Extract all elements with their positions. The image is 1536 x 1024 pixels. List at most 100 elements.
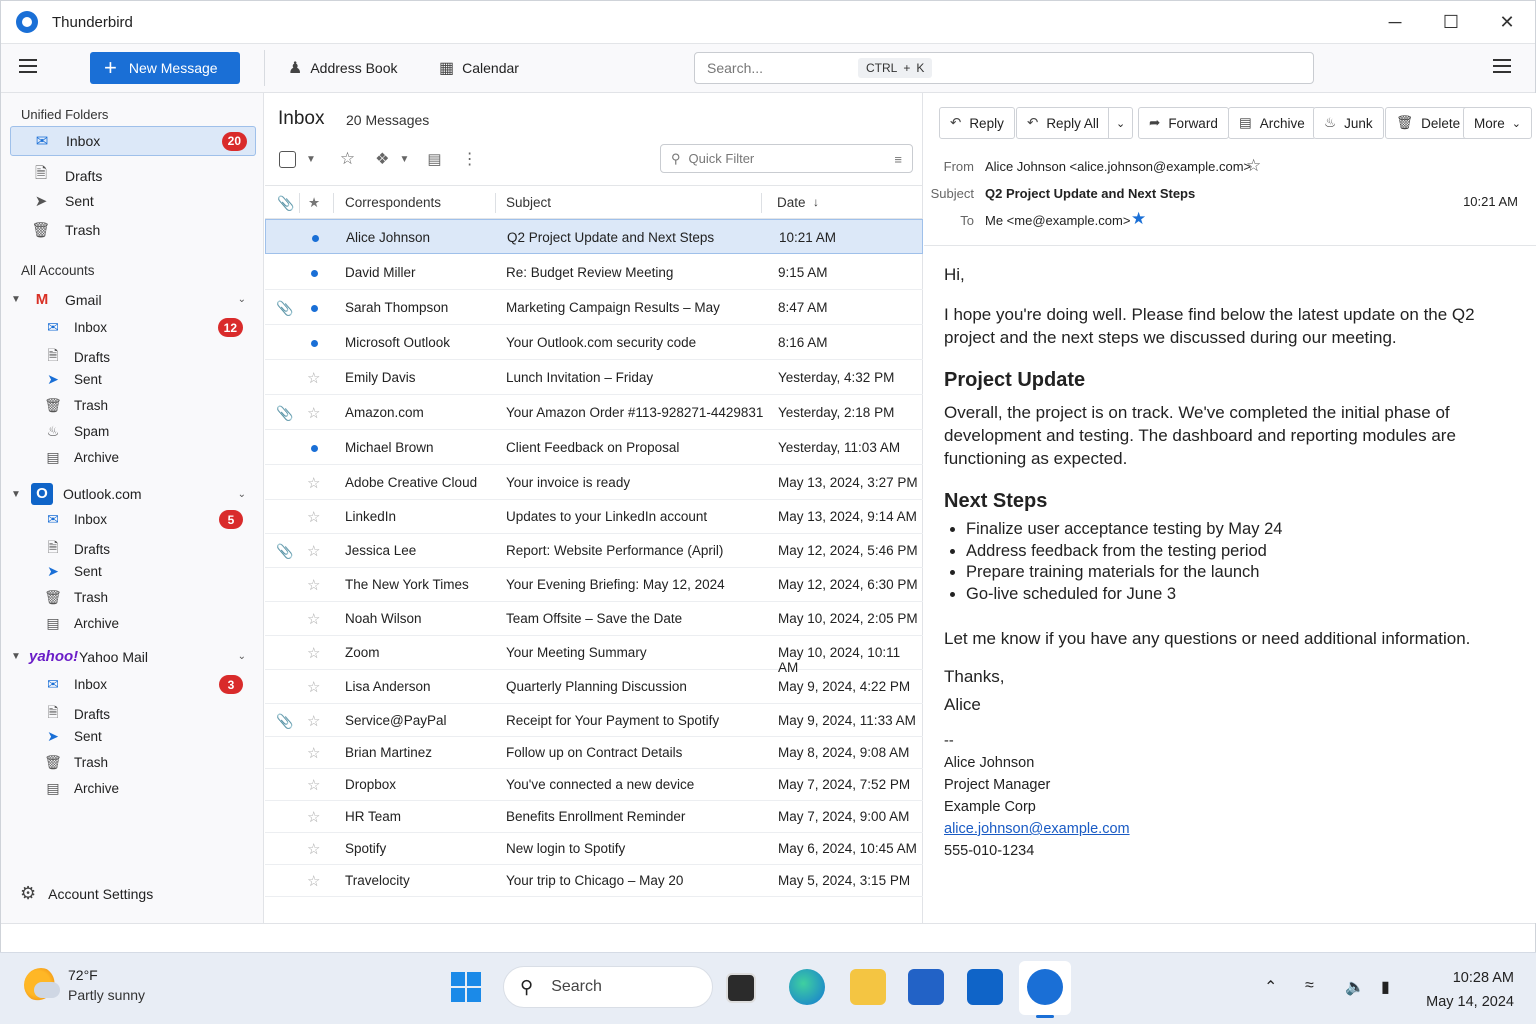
star-icon[interactable]: ☆ [307, 872, 320, 890]
new-message-button[interactable]: + New Message [90, 52, 240, 84]
correspondents-column[interactable]: Correspondents [345, 195, 441, 210]
filter-menu-icon[interactable]: ≡ [894, 152, 902, 167]
gmail-trash[interactable]: 🗑 Trash [43, 397, 108, 414]
message-row[interactable]: ☆ Lisa Anderson Quarterly Planning Discuss… [265, 670, 923, 704]
star-icon[interactable]: ☆ [307, 678, 320, 696]
unified-drafts[interactable]: 🗎 Drafts [31, 163, 102, 188]
reply-all-dropdown[interactable]: ⌄ [1108, 107, 1134, 139]
thunderbird-app-icon[interactable] [1027, 969, 1063, 1005]
yahoo-archive[interactable]: ▤ Archive [43, 780, 119, 797]
more-button[interactable]: More ⌄ [1463, 107, 1532, 139]
more-options-icon[interactable]: ⋮ [462, 149, 478, 169]
message-row[interactable]: ☆ Noah Wilson Team Offsite – Save the Date… [265, 602, 923, 636]
system-clock[interactable]: 10:28 AM May 14, 2024 [1426, 966, 1514, 1014]
message-row[interactable]: Microsoft Outlook Your Outlook.com securi… [265, 325, 923, 360]
archive-button[interactable]: ▤ Archive [1228, 107, 1316, 139]
account-gmail[interactable]: ▼ M Gmail ⌄ [11, 291, 246, 308]
message-row[interactable]: David Miller Re: Budget Review Meeting 9:1… [265, 255, 923, 290]
yahoo-sent[interactable]: ➤ Sent [43, 728, 102, 745]
account-settings-button[interactable]: ⚙ Account Settings [20, 883, 153, 904]
chevron-up-icon[interactable]: ⌃ [1264, 977, 1277, 997]
message-row[interactable]: Michael Brown Client Feedback on Proposal… [265, 430, 923, 465]
chevron-down-icon[interactable]: ⌄ [238, 489, 246, 500]
star-icon[interactable]: ☆ [307, 508, 320, 526]
global-search-input[interactable]: Search... CTRL + K [694, 52, 1314, 84]
forward-button[interactable]: ➦ Forward [1138, 107, 1229, 139]
weather-widget[interactable]: 72°F Partly sunny [24, 967, 145, 1003]
account-yahoo[interactable]: ▼ yahoo! Yahoo Mail ⌄ [11, 648, 246, 665]
attachment-column-icon[interactable]: 📎 [277, 195, 294, 212]
app-menu-icon[interactable] [1493, 59, 1511, 73]
message-row[interactable]: ☆ Spotify New login to Spotify May 6, 2024,… [265, 833, 923, 865]
message-row[interactable]: ☆ Zoom Your Meeting Summary May 10, 2024, 1… [265, 636, 923, 675]
star-icon[interactable]: ☆ [307, 404, 320, 422]
message-row[interactable]: Alice Johnson Q2 Project Update and Next … [265, 219, 923, 254]
calendar-button[interactable]: ▦ Calendar [439, 58, 519, 78]
maximize-button[interactable]: ☐ [1423, 1, 1479, 44]
yahoo-inbox[interactable]: ✉ Inbox 3 [43, 675, 243, 694]
unified-inbox[interactable]: ✉ Inbox 20 [10, 126, 256, 156]
gmail-archive[interactable]: ▤ Archive [43, 449, 119, 466]
to-value[interactable]: Me <me@example.com> [985, 213, 1130, 228]
star-icon[interactable]: ☆ [307, 576, 320, 594]
star-icon[interactable]: ☆ [307, 474, 320, 492]
subject-column[interactable]: Subject [506, 195, 551, 210]
message-row[interactable]: ☆ Travelocity Your trip to Chicago – May 2… [265, 865, 923, 897]
message-row[interactable]: ☆ The New York Times Your Evening Briefing… [265, 568, 923, 602]
star-filter-icon[interactable]: ☆ [340, 149, 355, 169]
gmail-spam[interactable]: ♨ Spam [43, 423, 110, 440]
star-icon[interactable]: ☆ [307, 542, 320, 560]
volume-icon[interactable]: 🔈 [1345, 977, 1365, 997]
gmail-sent[interactable]: ➤ Sent [43, 371, 102, 388]
delete-button[interactable]: 🗑 Delete [1385, 107, 1472, 139]
chevron-down-icon[interactable]: ⌄ [238, 294, 246, 305]
from-value[interactable]: Alice Johnson <alice.johnson@example.com… [985, 159, 1251, 174]
star-icon[interactable]: ☆ [307, 840, 320, 858]
star-icon[interactable]: ☆ [307, 744, 320, 762]
unread-dot-icon[interactable] [311, 305, 318, 312]
message-row[interactable]: ☆ LinkedIn Updates to your LinkedIn accoun… [265, 500, 923, 534]
reply-all-button[interactable]: ↶ Reply All [1016, 107, 1110, 139]
close-button[interactable]: ✕ [1479, 1, 1535, 44]
yahoo-trash[interactable]: 🗑 Trash [43, 754, 108, 771]
start-button[interactable] [451, 972, 481, 1002]
folder-pane-menu-icon[interactable] [19, 59, 37, 73]
outlook-trash[interactable]: 🗑 Trash [43, 589, 108, 606]
star-icon[interactable]: ☆ [1246, 156, 1261, 176]
display-options-icon[interactable]: ▤ [427, 150, 441, 168]
star-icon[interactable]: ☆ [307, 776, 320, 794]
outlook-inbox[interactable]: ✉ Inbox 5 [43, 510, 243, 529]
unified-trash[interactable]: 🗑 Trash [31, 221, 100, 239]
account-outlook[interactable]: ▼ O Outlook.com ⌄ [11, 483, 246, 505]
battery-icon[interactable]: ▮ [1381, 977, 1390, 997]
star-icon[interactable]: ☆ [307, 369, 320, 387]
message-row[interactable]: ☆ Brian Martinez Follow up on Contract Det… [265, 737, 923, 769]
quick-filter-input[interactable]: ⚲ Quick Filter ≡ [660, 144, 913, 173]
date-column[interactable]: Date [777, 195, 806, 210]
junk-button[interactable]: ♨ Junk [1313, 107, 1384, 139]
reply-button[interactable]: ↶ Reply [939, 107, 1015, 139]
unread-dot-icon[interactable] [311, 445, 318, 452]
star-icon[interactable]: ☆ [307, 808, 320, 826]
message-row[interactable]: ☆ Adobe Creative Cloud Your invoice is rea… [265, 465, 923, 500]
message-row[interactable]: ☆ HR Team Benefits Enrollment Reminder May … [265, 801, 923, 833]
starred-contact-icon[interactable]: ★ [1131, 209, 1146, 229]
minimize-button[interactable]: ─ [1367, 1, 1423, 44]
outlook-drafts[interactable]: 🗎 Drafts [43, 537, 110, 561]
star-icon[interactable]: ☆ [307, 712, 320, 730]
outlook-sent[interactable]: ➤ Sent [43, 563, 102, 580]
outlook-archive[interactable]: ▤ Archive [43, 615, 119, 632]
outlook-app-icon[interactable] [967, 969, 1003, 1005]
unified-sent[interactable]: ➤ Sent [31, 192, 94, 210]
message-row[interactable]: 📎 ☆ Jessica Lee Report: Website Performance… [265, 534, 923, 568]
gmail-inbox[interactable]: ✉ Inbox 12 [43, 318, 243, 337]
select-all-checkbox[interactable] [279, 150, 296, 168]
file-explorer-icon[interactable] [850, 969, 886, 1005]
gmail-drafts[interactable]: 🗎 Drafts [43, 345, 110, 369]
select-dropdown-icon[interactable]: ▼ [306, 154, 316, 165]
microsoft-store-icon[interactable] [908, 969, 944, 1005]
address-book-button[interactable]: ♟ Address Book [288, 58, 398, 78]
task-view-icon[interactable] [726, 973, 756, 1003]
edge-browser-icon[interactable] [789, 969, 825, 1005]
signature-email-link[interactable]: alice.johnson@example.com [944, 821, 1130, 837]
